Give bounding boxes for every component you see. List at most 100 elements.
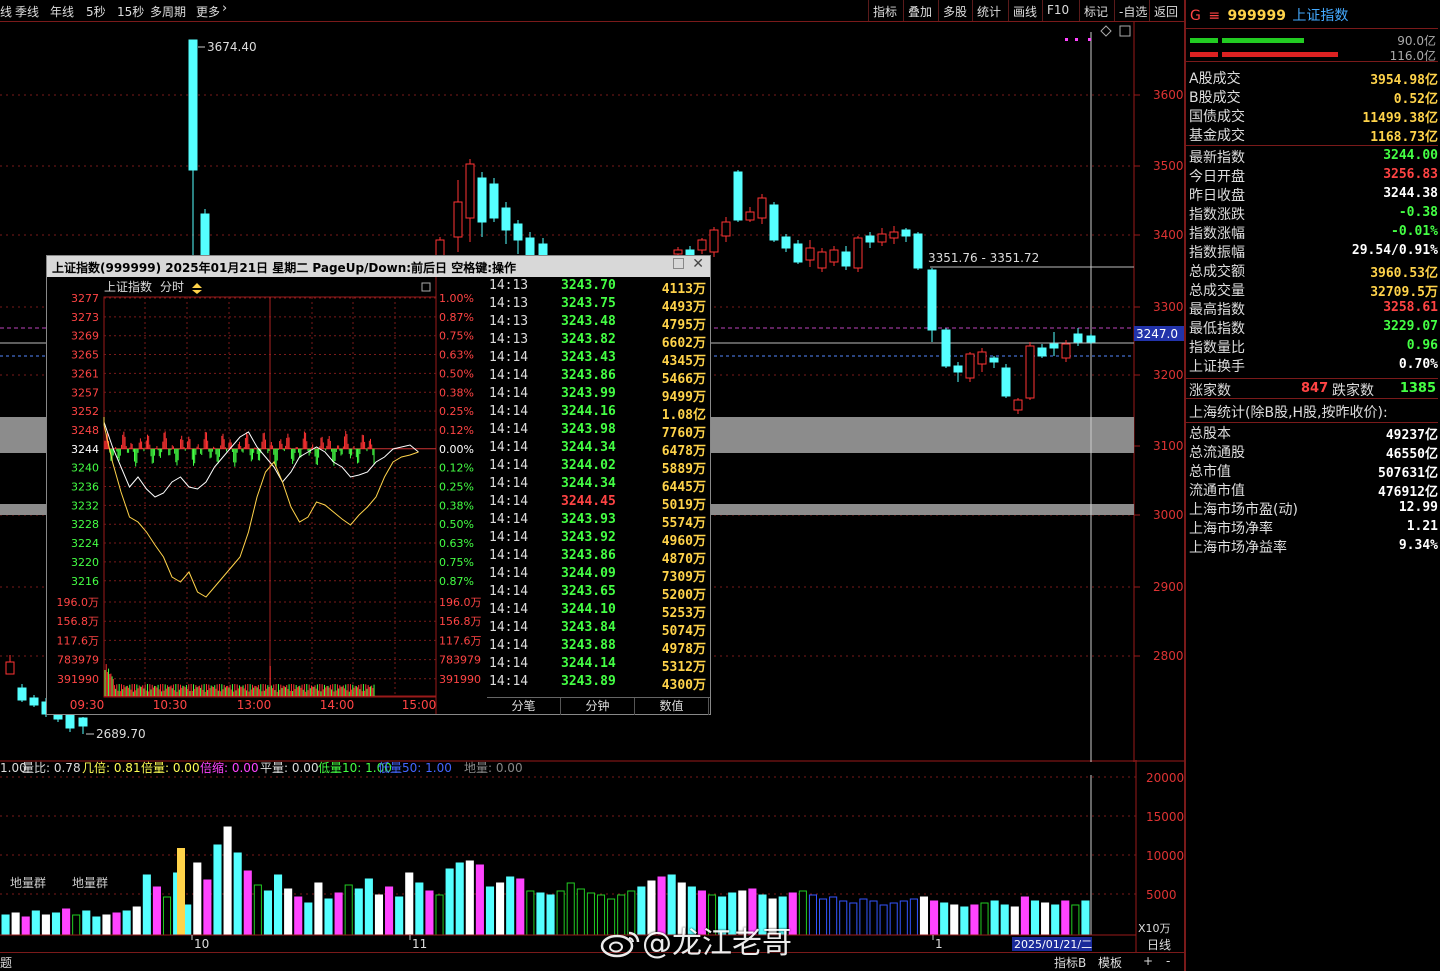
switch-icon-down[interactable] [192, 290, 202, 294]
intraday-price-tick: 3273 [71, 311, 99, 324]
intraday-vol-tick: 391990 [57, 673, 99, 686]
toolbar-right-item-7[interactable]: -自选 [1114, 0, 1151, 21]
intraday-time-tick: 13:00 [237, 698, 272, 712]
rise-value: 847 [1301, 381, 1329, 396]
watermark: @龙江老哥 [600, 918, 792, 962]
tick-row: 14:14 3244.10 5253万 [487, 602, 710, 621]
volume-bar [263, 890, 273, 936]
quote-row-value: 507631亿 [1378, 466, 1438, 481]
toolbar-right-item-8[interactable]: 返回 [1149, 0, 1182, 21]
volume-chart[interactable]: 2000015000100005000X10万1.00量比: 0.78 几倍: 0… [0, 760, 1184, 952]
quote-row-label: 最新指数 [1189, 150, 1245, 166]
tick-row: 14:14 3244.34 6478万 [487, 440, 710, 459]
intraday-mode: 分时 [160, 280, 184, 294]
volume-bar [1041, 902, 1050, 936]
toolbar-right-item-5[interactable]: F10 [1042, 0, 1073, 21]
tick-volume: 4978万 [661, 642, 706, 657]
tick-price: 3244.16 [561, 404, 616, 419]
volume-bar [374, 894, 384, 936]
tick-list: 14:13 3243.70 4113万 14:13 3243.75 4493万 14:13 3… [487, 278, 710, 698]
tick-row: 14:14 3243.93 5574万 [487, 512, 710, 531]
volume-bar [334, 892, 343, 936]
bottom-bar-item-0[interactable]: 指标B [1054, 954, 1086, 971]
candle-body [673, 249, 683, 255]
volume-bar [1020, 896, 1029, 936]
indicator-label: 平量: 0.00 [260, 761, 319, 775]
volume-bar [193, 862, 202, 936]
diamond-icon[interactable] [1100, 25, 1112, 37]
toolbar-item-1[interactable]: 季线 [15, 3, 39, 20]
tick-volume: 4870万 [661, 552, 706, 567]
bottom-bar-item-1[interactable]: 模板 [1098, 954, 1122, 971]
candle-body [709, 229, 719, 253]
tick-row: 14:14 3244.16 1.08亿 [487, 404, 710, 423]
intraday-pct-tick: 0.00% [439, 443, 474, 456]
period-label[interactable]: 日线 [1147, 936, 1171, 953]
chevron-right-icon[interactable]: › [222, 1, 227, 16]
intraday-vol-tick: 196.0万 [57, 596, 100, 609]
y-tick-label: 3000 [1153, 508, 1184, 522]
volume-bar [930, 900, 939, 936]
intraday-vol-tick: 783979 [57, 654, 99, 667]
current-price-tag: 3247.0 [1136, 327, 1178, 341]
menu-icon[interactable]: ≡ [1208, 8, 1220, 24]
volume-bar [496, 882, 505, 936]
bottom-bar-item-2[interactable]: + [1143, 954, 1153, 968]
toolbar-right-item-4[interactable]: 画线 [1008, 0, 1041, 21]
toolbar-item-2[interactable]: 年线 [50, 3, 74, 20]
candle-body [5, 661, 15, 675]
toolbar-item-6[interactable]: 更多 [196, 3, 220, 20]
intraday-popup[interactable]: 上证指数(999999) 2025年01月21日 星期二 PageUp/Down… [46, 255, 711, 715]
popup-titlebar[interactable]: 上证指数(999999) 2025年01月21日 星期二 PageUp/Down… [47, 256, 710, 277]
toolbar-item-0[interactable]: 线 [0, 3, 12, 20]
low-label: 2689.70 [96, 727, 146, 741]
tab-0[interactable]: 分笔 [487, 698, 561, 715]
candle-body [757, 197, 767, 219]
panel-toggle-icon[interactable] [1119, 25, 1131, 37]
close-icon[interactable]: ✕ [692, 256, 704, 272]
tick-volume: 9499万 [661, 390, 706, 405]
candle-body [1001, 367, 1011, 397]
intraday-vol-tick: 156.8万 [57, 615, 100, 628]
intraday-price-tick: 3232 [71, 499, 99, 512]
y-tick-label: 2900 [1153, 580, 1184, 594]
tick-volume: 5889万 [661, 462, 706, 477]
vol-tick-label: 5000 [1146, 888, 1177, 902]
quote-row-label: 总股本 [1189, 426, 1231, 442]
expand-icon[interactable] [421, 282, 431, 292]
intraday-pct-tick: 0.63% [439, 537, 474, 550]
toolbar-right-item-2[interactable]: 多股 [938, 0, 971, 21]
toolbar-item-3[interactable]: 5秒 [86, 3, 106, 20]
toolbar-right-item-1[interactable]: 叠加 [903, 0, 936, 21]
tab-1[interactable]: 分钟 [561, 698, 635, 715]
toolbar-item-5[interactable]: 多周期 [150, 3, 186, 20]
intraday-price-tick: 3252 [71, 405, 99, 418]
quote-row-value: 476912亿 [1378, 485, 1438, 500]
bottom-bar-item-3[interactable]: - [1166, 954, 1170, 968]
intraday-chart[interactable]: 上证指数 分时 3277 1.00% 3273 0.87% 3269 0.75% 3265 0.6… [47, 277, 487, 714]
toolbar-item-4[interactable]: 15秒 [117, 3, 144, 20]
volume-bar [1000, 904, 1009, 936]
intraday-price-tick: 3216 [71, 575, 99, 588]
toolbar-right-item-0[interactable]: 指标 [868, 0, 901, 21]
bottom-left-label: 题 [0, 956, 13, 970]
popup-title: 上证指数(999999) 2025年01月21日 星期二 PageUp/Down… [52, 261, 517, 275]
volume-bar [253, 884, 262, 936]
volume-bar [516, 878, 525, 936]
tick-time: 14:14 [489, 584, 529, 599]
code-prefix: G [1190, 8, 1201, 24]
tick-row: 14:13 3243.70 4113万 [487, 278, 710, 297]
maximize-icon[interactable] [673, 258, 684, 269]
top-toolbar: 线季线 年线 5秒 15秒 多周期 更多 › 指标 叠加 多股 统计 画线 F10 标记 -自选 返回 [0, 0, 1184, 22]
ground-volume-label: 地量群 [10, 876, 46, 890]
toolbar-right-item-3[interactable]: 统计 [972, 0, 1005, 21]
tick-time: 14:13 [489, 314, 529, 329]
volume-bar [909, 898, 918, 936]
toolbar-right-item-6[interactable]: 标记 [1079, 0, 1112, 21]
indicator-label: 倍量: 0.00 [141, 760, 200, 775]
intraday-pct-tick: 0.75% [439, 556, 474, 569]
bar-green-small [1190, 38, 1218, 43]
y-tick-label: 3400 [1153, 228, 1184, 242]
switch-icon[interactable] [192, 283, 202, 288]
tab-2[interactable]: 数值 [635, 698, 709, 715]
